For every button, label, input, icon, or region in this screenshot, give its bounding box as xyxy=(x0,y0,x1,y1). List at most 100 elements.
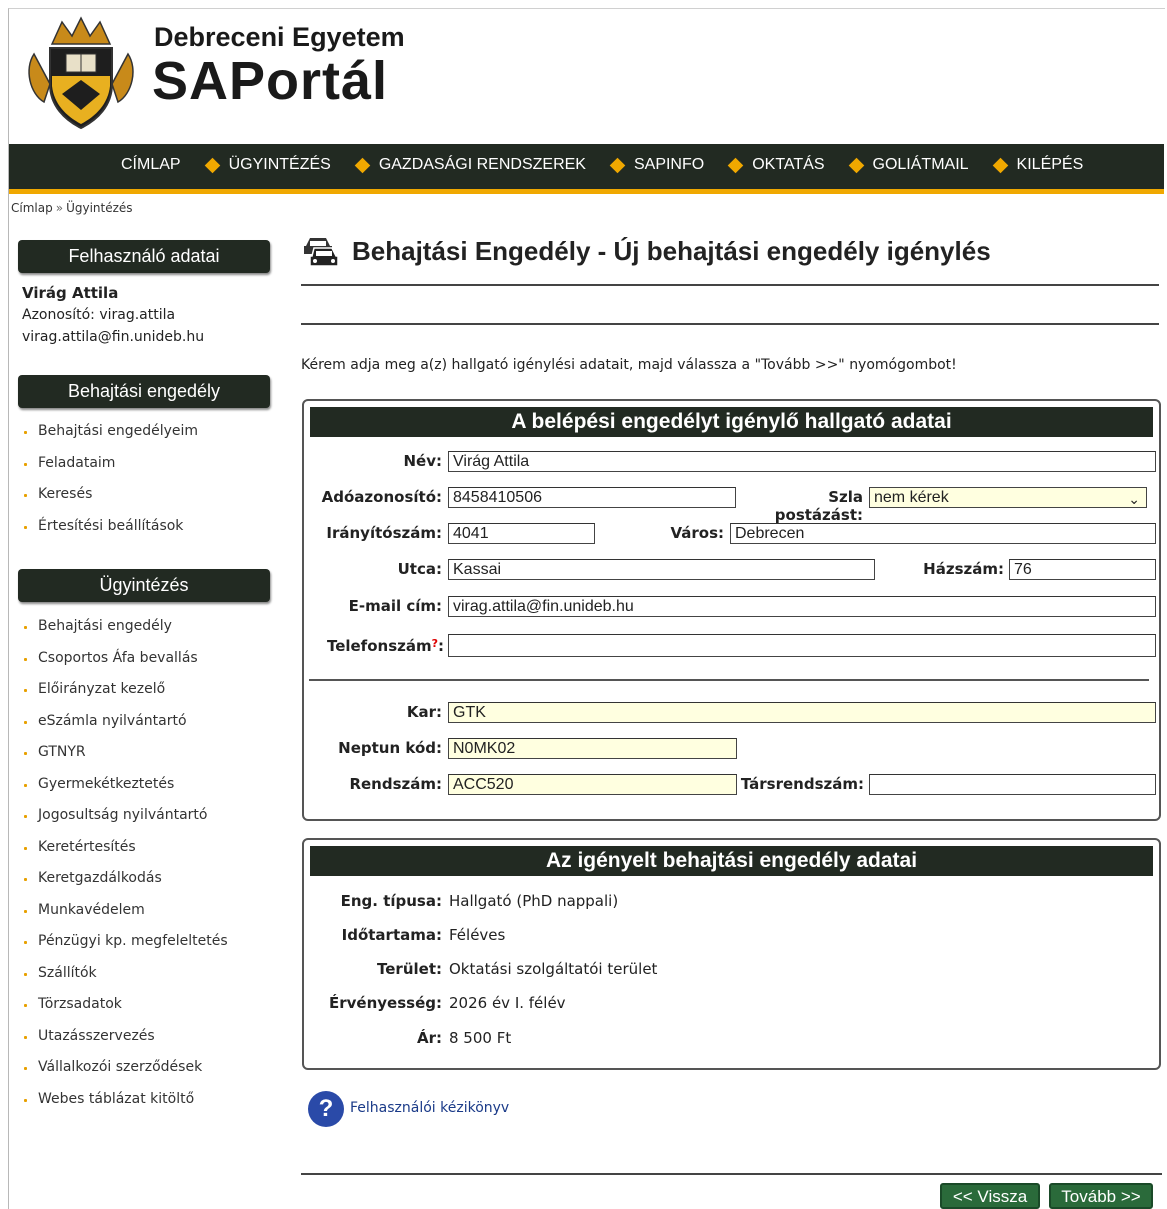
title-divider xyxy=(301,284,1159,286)
nav-item-goliatmail[interactable]: GOLIÁTMAIL xyxy=(848,156,969,174)
nav-item-kilepes[interactable]: KILÉPÉS xyxy=(992,156,1084,174)
city-field[interactable]: Debrecen xyxy=(730,523,1156,544)
help-question-icon[interactable]: ? xyxy=(308,1091,344,1127)
user-data-heading: Felhasználó adatai xyxy=(18,240,270,273)
panel-title: A belépési engedélyt igénylő hallgató ad… xyxy=(310,407,1153,437)
name-field[interactable]: Virág Attila xyxy=(448,451,1156,472)
neptun-field[interactable]: N0MK02 xyxy=(448,738,737,759)
sidebar-item-einvoice[interactable]: eSzámla nyilvántartó xyxy=(22,713,228,745)
email-label: E-mail cím: xyxy=(348,597,442,615)
plate-label: Rendszám: xyxy=(349,775,442,793)
main-nav: CÍMLAP ÜGYINTÉZÉS GAZDASÁGI RENDSZEREK S… xyxy=(9,144,1164,194)
zip-field[interactable]: 4041 xyxy=(448,523,595,544)
area-label: Terület: xyxy=(377,960,442,978)
sidebar-item-notification-settings[interactable]: Értesítési beállítások xyxy=(22,518,198,550)
permit-type-label: Eng. típusa: xyxy=(340,892,442,910)
phone-label-text: Telefonszám xyxy=(326,637,432,655)
sidebar-item-gtnyr[interactable]: GTNYR xyxy=(22,744,228,776)
next-button[interactable]: Tovább >> xyxy=(1049,1183,1153,1209)
zip-label: Irányítószám: xyxy=(326,524,442,542)
validity-value: 2026 év I. félév xyxy=(449,994,566,1012)
nav-label: SAPINFO xyxy=(633,156,705,173)
chevron-down-icon: ⌄ xyxy=(1128,491,1140,507)
sidebar-item-frame-mgmt[interactable]: Keretgazdálkodás xyxy=(22,870,228,902)
tax-id-label: Adóazonosító: xyxy=(321,488,442,506)
diamond-icon xyxy=(354,157,371,173)
validity-label: Érvényesség: xyxy=(329,994,442,1012)
nav-label: GAZDASÁGI RENDSZEREK xyxy=(378,156,586,173)
nav-item-oktatas[interactable]: OKTATÁS xyxy=(727,156,825,174)
diamond-icon xyxy=(848,157,864,173)
breadcrumb: Címlap» Ügyintézés xyxy=(11,201,133,215)
sidebar-item-budget[interactable]: Előirányzat kezelő xyxy=(22,681,228,713)
cars-icon xyxy=(304,238,339,267)
invoice-post-select[interactable]: nem kérek ⌄ xyxy=(869,487,1147,508)
sidebar-item-master-data[interactable]: Törzsadatok xyxy=(22,996,228,1028)
permit-menu-heading: Behajtási engedély xyxy=(18,375,270,408)
sidebar-item-child-meals[interactable]: Gyermekétkeztetés xyxy=(22,776,228,808)
back-button[interactable]: << Vissza xyxy=(940,1183,1040,1209)
sidebar-item-search[interactable]: Keresés xyxy=(22,486,198,518)
footer-divider xyxy=(301,1173,1162,1175)
nav-label: CÍMLAP xyxy=(121,156,181,173)
tax-id-field[interactable]: 8458410506 xyxy=(448,487,736,508)
nav-item-gazdasagi[interactable]: GAZDASÁGI RENDSZEREK xyxy=(354,156,586,174)
street-label: Utca: xyxy=(397,560,442,578)
panel-title: Az igényelt behajtási engedély adatai xyxy=(310,846,1153,876)
portal-name: SAPortál xyxy=(152,51,389,111)
permit-menu: Behajtási engedélyeim Feladataim Keresés… xyxy=(22,423,198,549)
sidebar-item-vat[interactable]: Csoportos Áfa bevallás xyxy=(22,650,228,682)
street-field[interactable]: Kassai xyxy=(448,559,875,580)
user-id: Azonosító: virag.attila xyxy=(22,307,176,323)
invoice-post-label: Szla postázást: xyxy=(774,488,863,524)
city-label: Város: xyxy=(670,524,724,542)
plate-field[interactable]: ACC520 xyxy=(448,774,737,795)
section-divider xyxy=(309,679,1149,681)
diamond-icon xyxy=(727,157,744,173)
sidebar-item-permit[interactable]: Behajtási engedély xyxy=(22,618,228,650)
nav-label: OKTATÁS xyxy=(752,156,825,173)
breadcrumb-current: Ügyintézés xyxy=(66,201,133,215)
price-label: Ár: xyxy=(416,1029,442,1047)
co-plate-label: Társrendszám: xyxy=(740,775,864,793)
phone-field[interactable] xyxy=(448,634,1156,657)
email-field[interactable]: virag.attila@fin.unideb.hu xyxy=(448,596,1156,617)
breadcrumb-home-link[interactable]: Címlap xyxy=(11,201,53,215)
phone-label-colon: : xyxy=(438,637,444,655)
user-name: Virág Attila xyxy=(22,284,119,302)
duration-label: Időtartama: xyxy=(341,926,442,944)
university-crest-logo[interactable] xyxy=(22,14,140,132)
nav-item-sapinfo[interactable]: SAPINFO xyxy=(609,156,705,174)
sidebar-item-contracts[interactable]: Vállalkozói szerződések xyxy=(22,1059,228,1091)
nav-label: ÜGYINTÉZÉS xyxy=(228,156,331,173)
nav-item-cimlap[interactable]: CÍMLAP xyxy=(121,156,181,174)
sidebar-item-suppliers[interactable]: Szállítók xyxy=(22,965,228,997)
sidebar-item-web-table[interactable]: Webes táblázat kitöltő xyxy=(22,1091,228,1123)
user-manual-link[interactable]: Felhasználói kézikönyv xyxy=(350,1100,509,1116)
faculty-field[interactable]: GTK xyxy=(448,702,1156,723)
user-email: virag.attila@fin.unideb.hu xyxy=(22,329,205,345)
sidebar-item-travel[interactable]: Utazásszervezés xyxy=(22,1028,228,1060)
admin-menu-heading: Ügyintézés xyxy=(18,569,270,602)
house-no-label: Házszám: xyxy=(923,560,1004,578)
diamond-icon xyxy=(992,157,1008,173)
page-title: Behajtási Engedély - Új behajtási engedé… xyxy=(352,236,991,266)
house-no-field[interactable]: 76 xyxy=(1009,559,1156,580)
admin-menu: Behajtási engedély Csoportos Áfa bevallá… xyxy=(22,618,228,1122)
co-plate-field[interactable] xyxy=(869,774,1156,795)
nav-item-ugyintezes[interactable]: ÜGYINTÉZÉS xyxy=(204,156,331,174)
area-value: Oktatási szolgáltatói terület xyxy=(449,960,658,978)
sidebar-item-permissions[interactable]: Jogosultság nyilvántartó xyxy=(22,807,228,839)
sidebar-item-frame-notice[interactable]: Keretértesítés xyxy=(22,839,228,871)
sidebar-item-my-permits[interactable]: Behajtási engedélyeim xyxy=(22,423,198,455)
faculty-label: Kar: xyxy=(406,703,442,721)
sidebar-item-safety[interactable]: Munkavédelem xyxy=(22,902,228,934)
sidebar-item-tasks[interactable]: Feladataim xyxy=(22,455,198,487)
sidebar-item-finance-match[interactable]: Pénzügyi kp. megfeleltetés xyxy=(22,933,228,965)
breadcrumb-separator: » xyxy=(55,201,64,215)
invoice-post-value: nem kérek xyxy=(874,489,949,506)
neptun-label: Neptun kód: xyxy=(338,739,442,757)
nav-label: KILÉPÉS xyxy=(1016,156,1084,173)
diamond-icon xyxy=(204,157,220,173)
diamond-icon xyxy=(609,157,626,173)
